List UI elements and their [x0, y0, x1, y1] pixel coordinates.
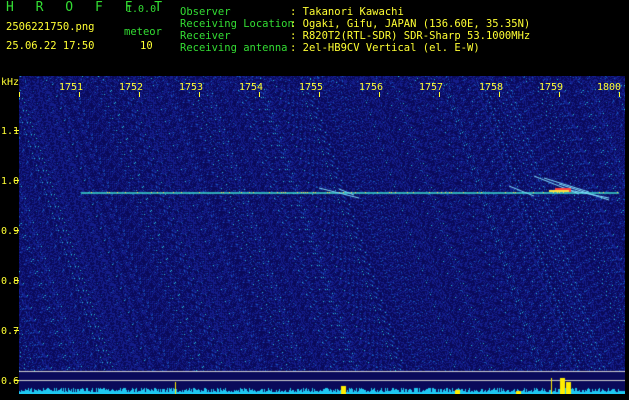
freq-tick-label: 0.7 — [1, 326, 19, 337]
time-tick-label: 1753 — [179, 82, 203, 93]
detection-count: 10 — [140, 40, 153, 52]
time-tick-marks — [19, 92, 620, 97]
freq-tick-label: 0.8 — [1, 276, 19, 287]
info-key-antenna: Receiving antenna — [180, 42, 288, 54]
time-tick-label: 1800 — [597, 82, 621, 93]
info-value-observer: : Takanori Kawachi — [290, 6, 404, 18]
time-tick-label: 1759 — [539, 82, 563, 93]
axis-unit-label: kHz — [1, 77, 19, 88]
header-panel: H R O F F T 1.0.0 2506221750.png meteor … — [0, 0, 629, 76]
app-version: 1.0.0 — [126, 4, 157, 15]
info-value-location: : Ogaki, Gifu, JAPAN (136.60E, 35.35N) — [290, 18, 531, 30]
freq-tick-label: 0.6 — [1, 376, 19, 387]
time-tick-label: 1756 — [359, 82, 383, 93]
freq-tick-label: 1.0 — [1, 176, 19, 187]
info-key-location: Receiving Location — [180, 18, 294, 30]
time-tick-label: 1751 — [59, 82, 83, 93]
info-key-observer: Observer — [180, 6, 231, 18]
info-value-antenna: : 2el-HB9CV Vertical (el. E-W) — [290, 42, 480, 54]
spectrogram-axes: kHz 1751 1752 1753 1754 1755 1756 1757 1… — [1, 77, 621, 387]
info-value-receiver: : R820T2(RTL-SDR) SDR-Sharp 53.1000MHz — [290, 30, 531, 42]
freq-tick-marks — [14, 130, 19, 381]
detection-label: meteor — [124, 26, 162, 38]
freq-tick-label: 0.9 — [1, 226, 19, 237]
freq-tick-label: 1.1 — [1, 126, 19, 137]
time-tick-label: 1754 — [239, 82, 263, 93]
file-datetime: 25.06.22 17:50 — [6, 40, 95, 52]
time-tick-label: 1755 — [299, 82, 323, 93]
info-key-receiver: Receiver — [180, 30, 231, 42]
time-tick-label: 1758 — [479, 82, 503, 93]
time-tick-label: 1752 — [119, 82, 143, 93]
file-name: 2506221750.png — [6, 21, 95, 33]
time-tick-label: 1757 — [419, 82, 443, 93]
